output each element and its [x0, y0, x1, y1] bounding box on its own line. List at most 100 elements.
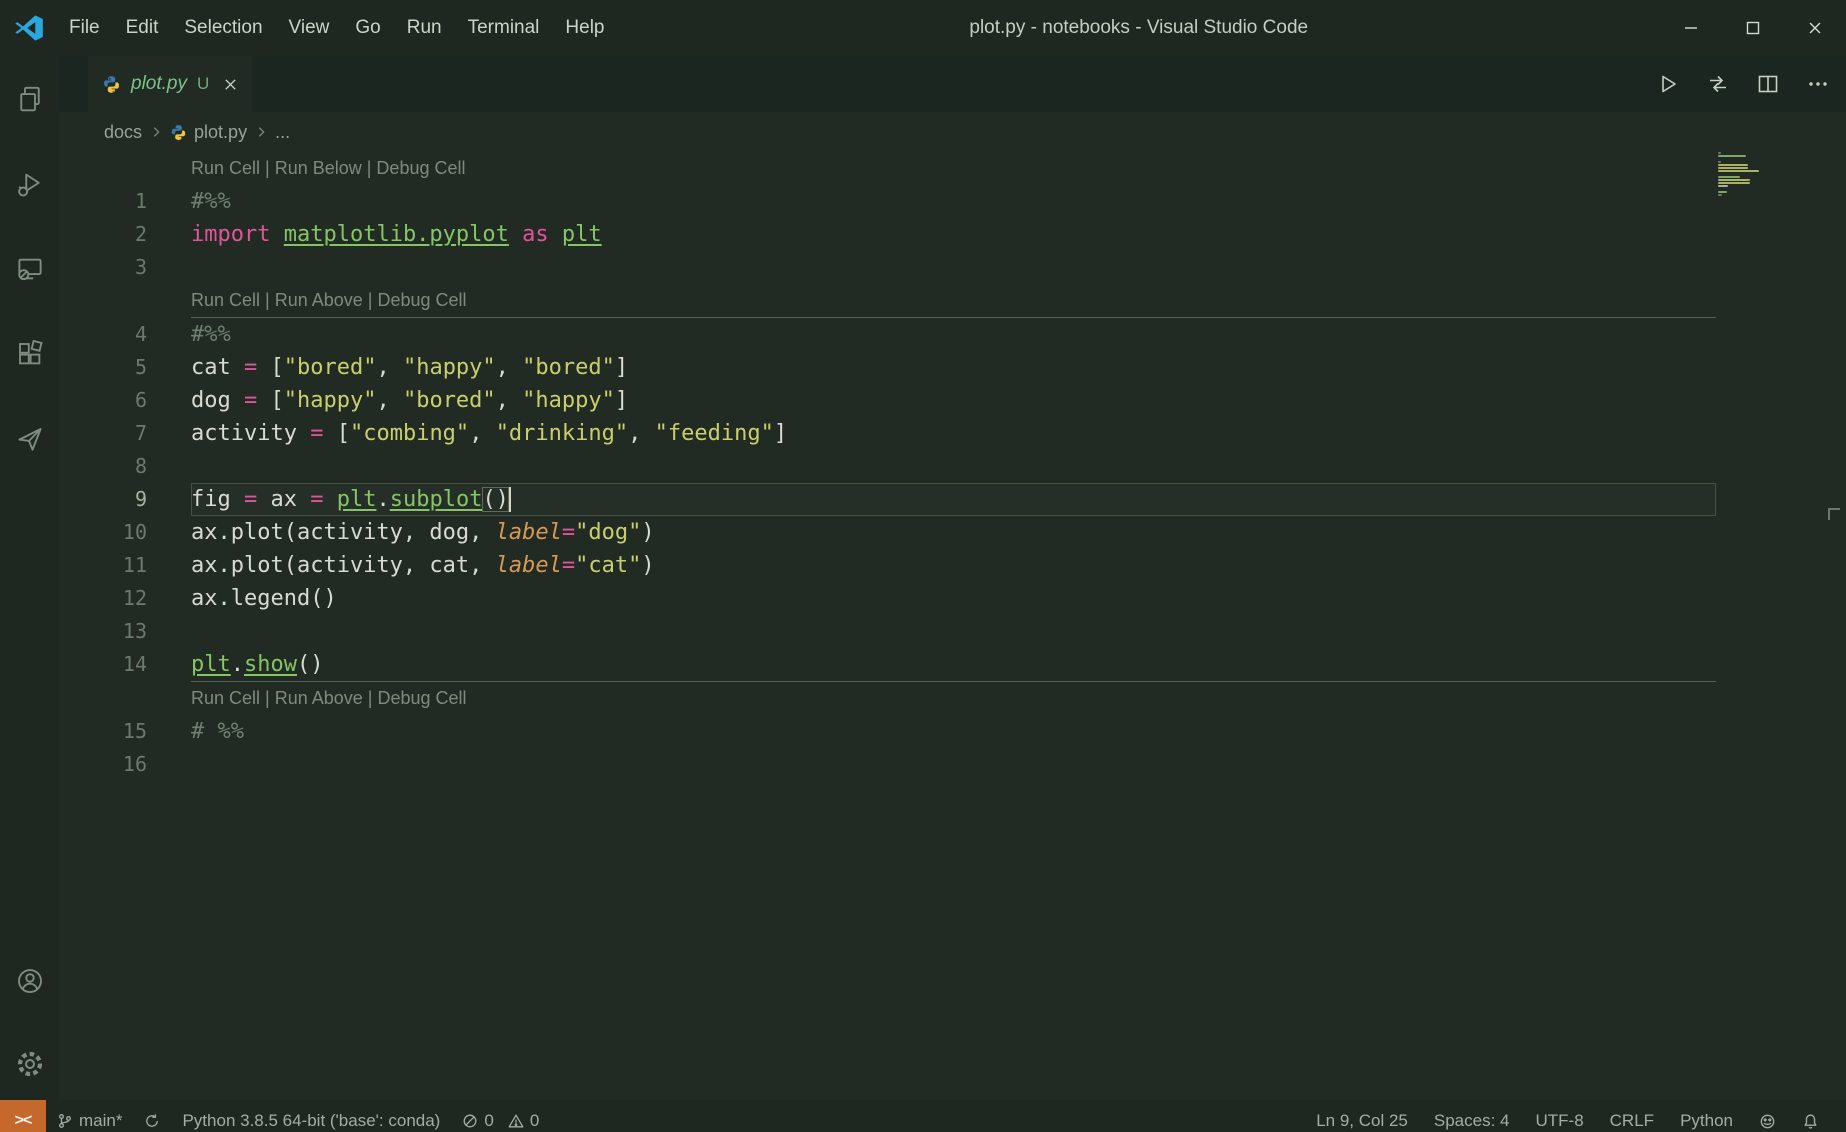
paper-plane-icon[interactable] [0, 396, 59, 481]
language-mode-item[interactable]: Python [1667, 1111, 1746, 1131]
split-editor-icon[interactable] [1756, 72, 1780, 96]
codelens-row: Run Cell | Run Below | Debug Cell [59, 152, 1716, 185]
menu-help[interactable]: Help [552, 0, 617, 56]
menu-run[interactable]: Run [394, 0, 455, 56]
feedback-smiley-icon[interactable] [1746, 1113, 1789, 1130]
menu-view[interactable]: View [276, 0, 343, 56]
error-icon [462, 1113, 478, 1129]
code-line-content [191, 748, 1716, 781]
account-icon[interactable] [0, 966, 59, 996]
tab-plot-py[interactable]: plot.py U [88, 56, 252, 112]
code-line-content [191, 251, 1716, 284]
encoding-item[interactable]: UTF-8 [1522, 1111, 1596, 1131]
run-file-icon[interactable] [1656, 72, 1680, 96]
code-line-content: #%% [191, 185, 1716, 218]
breadcrumb-folder[interactable]: docs [104, 122, 142, 143]
menu-go[interactable]: Go [342, 0, 393, 56]
code-line-content: #%% [191, 318, 1716, 351]
code-row: 11ax.plot(activity, cat, label="cat") [59, 549, 1716, 582]
git-branch-icon [57, 1113, 73, 1129]
line-number: 12 [59, 582, 147, 615]
line-number: 4 [59, 318, 147, 351]
code-row: 15# %% [59, 715, 1716, 748]
code-row: 10ax.plot(activity, dog, label="dog") [59, 516, 1716, 549]
menu-file[interactable]: File [56, 0, 113, 56]
line-number [59, 152, 147, 185]
open-changes-icon[interactable] [1706, 72, 1730, 96]
breadcrumb: docs plot.py ... [59, 112, 1846, 152]
minimap-line [1718, 179, 1750, 181]
minimap-line [1718, 164, 1748, 166]
tab-bar: plot.py U [59, 56, 1846, 112]
run-debug-icon[interactable] [0, 141, 59, 226]
window-title: plot.py - notebooks - Visual Studio Code [618, 17, 1661, 39]
code-line-content: plt.show() [191, 648, 1716, 681]
eol-item[interactable]: CRLF [1597, 1111, 1667, 1131]
code-line-content: import matplotlib.pyplot as plt [191, 218, 1716, 251]
sync-icon [144, 1113, 160, 1129]
code-row: 6dog = ["happy", "bored", "happy"] [59, 384, 1716, 417]
codelens-content[interactable]: Run Cell | Run Below | Debug Cell [191, 152, 1716, 185]
status-bar: >< main* Python 3.8.5 64-bit ('base': co… [0, 1100, 1846, 1132]
line-number: 15 [59, 715, 147, 748]
cursor-position-item[interactable]: Ln 9, Col 25 [1303, 1111, 1421, 1131]
minimap[interactable] [1718, 152, 1762, 200]
line-number [59, 284, 147, 317]
vscode-logo-icon [14, 13, 44, 43]
chevron-right-icon [149, 125, 163, 139]
indentation-item[interactable]: Spaces: 4 [1421, 1111, 1523, 1131]
line-number: 13 [59, 615, 147, 648]
python-file-icon [170, 124, 187, 141]
codelens-content[interactable]: Run Cell | Run Above | Debug Cell [191, 284, 1716, 317]
breadcrumb-symbol[interactable]: ... [275, 122, 290, 143]
chevron-right-icon [254, 125, 268, 139]
line-number: 1 [59, 185, 147, 218]
sync-item[interactable] [133, 1113, 171, 1129]
menu-terminal[interactable]: Terminal [455, 0, 553, 56]
python-interpreter-item[interactable]: Python 3.8.5 64-bit ('base': conda) [171, 1111, 451, 1131]
line-number: 10 [59, 516, 147, 549]
notifications-bell-icon[interactable] [1789, 1113, 1832, 1130]
minimize-button[interactable] [1660, 0, 1722, 56]
codelens-row: Run Cell | Run Above | Debug Cell [59, 682, 1716, 715]
menu-edit[interactable]: Edit [113, 0, 172, 56]
text-cursor [509, 487, 511, 512]
code-row: 12 ax.legend() [59, 582, 1716, 615]
more-actions-icon[interactable] [1806, 72, 1830, 96]
code-editor[interactable]: Run Cell | Run Below | Debug Cell1#%%2im… [59, 152, 1846, 1132]
code-line-content: fig = ax = plt.subplot() [191, 483, 1716, 516]
settings-gear-icon[interactable] [0, 1049, 59, 1079]
line-number: 8 [59, 450, 147, 483]
breadcrumb-file[interactable]: plot.py [194, 122, 247, 143]
window-controls [1660, 0, 1846, 56]
code-row: 13 [59, 615, 1716, 648]
editor-actions [1656, 72, 1846, 96]
close-button[interactable] [1784, 0, 1846, 56]
warning-icon [508, 1113, 524, 1129]
minimap-line [1718, 194, 1722, 196]
activity-bar [0, 56, 59, 1132]
maximize-button[interactable] [1722, 0, 1784, 56]
titlebar: File Edit Selection View Go Run Terminal… [0, 0, 1846, 56]
remote-explorer-icon[interactable] [0, 226, 59, 311]
code-row: 3 [59, 251, 1716, 284]
code-row: 1 #%% [59, 185, 1716, 218]
menu-selection[interactable]: Selection [171, 0, 275, 56]
minimap-line [1718, 176, 1740, 178]
remote-indicator[interactable]: >< [0, 1100, 46, 1132]
code-line-content: ax.legend() [191, 582, 1716, 615]
code-row: 16 [59, 748, 1716, 781]
git-untracked-badge: U [197, 74, 209, 94]
line-number: 7 [59, 417, 147, 450]
extensions-icon[interactable] [0, 311, 59, 396]
problems-item[interactable]: 0 0 [451, 1111, 550, 1131]
explorer-icon[interactable] [0, 56, 59, 141]
code-row: 7activity = ["combing", "drinking", "fee… [59, 417, 1716, 450]
tab-close-icon[interactable] [223, 77, 238, 92]
code-line-content [191, 450, 1716, 483]
minimap-line [1718, 161, 1721, 163]
code-line-content: cat = ["bored", "happy", "bored"] [191, 351, 1716, 384]
codelens-content[interactable]: Run Cell | Run Above | Debug Cell [191, 682, 1716, 715]
git-branch-item[interactable]: main* [46, 1111, 133, 1131]
code-row: 2import matplotlib.pyplot as plt [59, 218, 1716, 251]
